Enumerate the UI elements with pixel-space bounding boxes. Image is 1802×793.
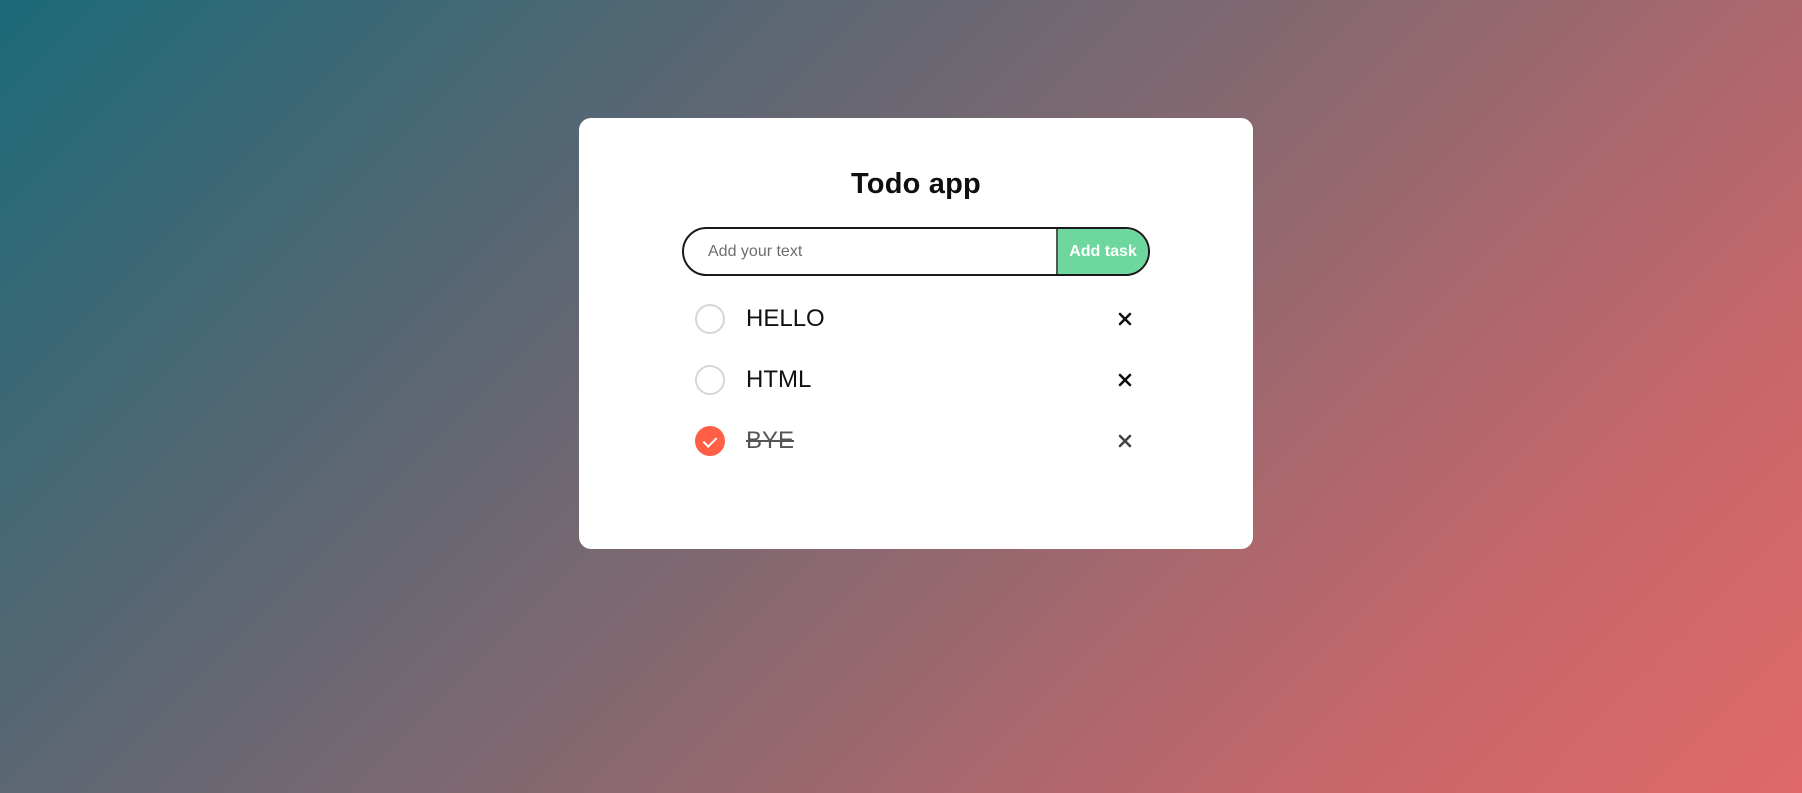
task-checkbox-checked[interactable]: [695, 425, 725, 456]
task-label[interactable]: HELLO: [746, 305, 1111, 333]
todo-card: Todo app Add task HELLO HTML B: [579, 118, 1253, 549]
delete-task-button[interactable]: [1111, 305, 1139, 333]
add-task-form: Add task: [682, 227, 1150, 276]
delete-task-button[interactable]: [1111, 427, 1139, 455]
task-item: HELLO: [695, 288, 1140, 349]
task-item: HTML: [695, 349, 1140, 410]
delete-task-button[interactable]: [1111, 366, 1139, 394]
close-icon: [1118, 312, 1132, 325]
close-icon: [1118, 373, 1132, 386]
close-icon: [1118, 434, 1132, 447]
task-checkbox[interactable]: [695, 364, 725, 395]
task-checkbox[interactable]: [695, 303, 725, 334]
task-list: HELLO HTML BYE: [695, 288, 1140, 471]
task-label[interactable]: BYE: [746, 427, 1111, 455]
task-input[interactable]: [684, 229, 1056, 274]
task-item: BYE: [695, 410, 1140, 471]
add-task-button[interactable]: Add task: [1056, 229, 1148, 274]
app-title: Todo app: [851, 168, 981, 200]
task-label[interactable]: HTML: [746, 366, 1111, 394]
